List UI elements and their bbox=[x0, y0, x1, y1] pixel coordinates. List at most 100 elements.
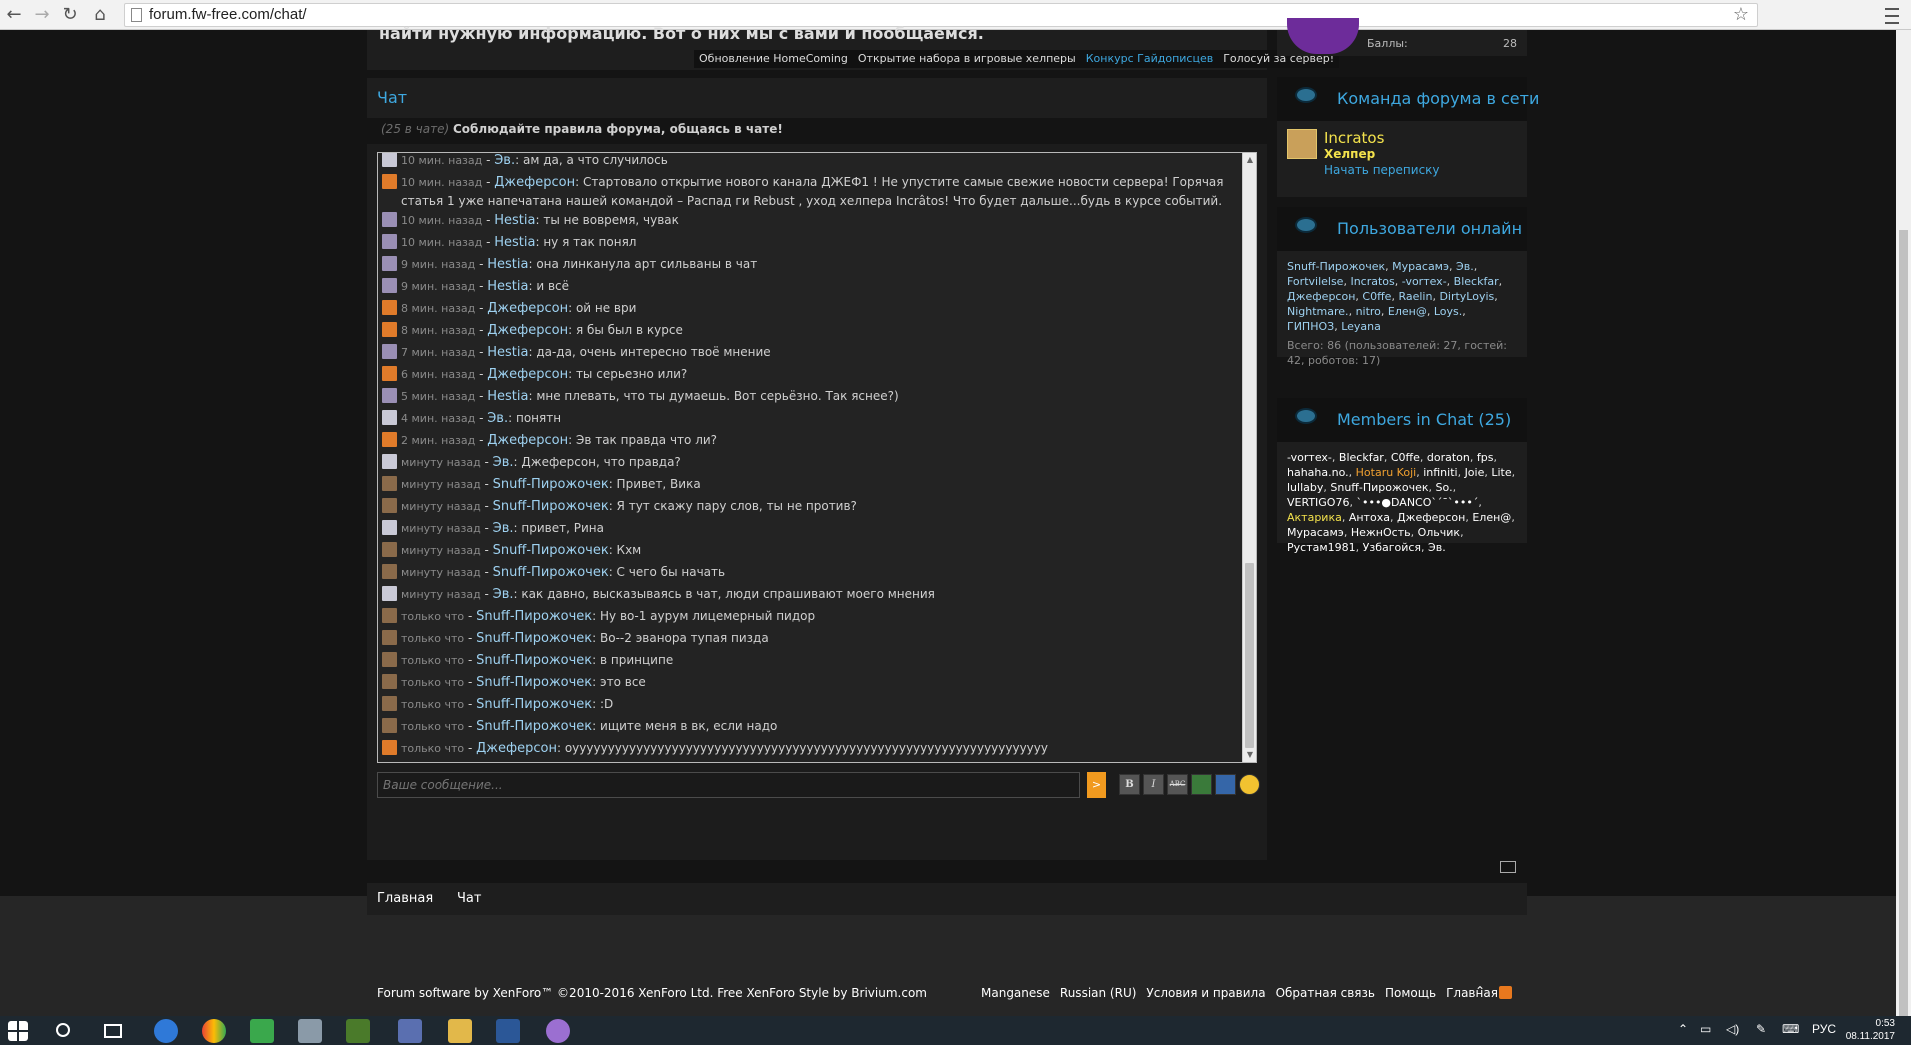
chat-avatar[interactable] bbox=[382, 153, 397, 167]
chat-username[interactable]: Hestia bbox=[487, 279, 528, 294]
chat-avatar[interactable] bbox=[382, 366, 397, 381]
footer-chat-link[interactable]: Чат bbox=[457, 891, 481, 906]
online-user-link[interactable]: C0ffe bbox=[1362, 290, 1391, 303]
word-icon[interactable] bbox=[496, 1019, 520, 1043]
chat-member-link[interactable]: Рустам1981 bbox=[1287, 541, 1356, 554]
online-user-link[interactable]: Raelin bbox=[1398, 290, 1432, 303]
chat-member-link[interactable]: doraton bbox=[1427, 451, 1470, 464]
chat-username[interactable]: Джеферсон bbox=[487, 367, 568, 382]
chat-avatar[interactable] bbox=[382, 652, 397, 667]
chat-scrollbar[interactable]: ▲ ▼ bbox=[1242, 153, 1256, 762]
forward-icon[interactable]: → bbox=[30, 3, 54, 27]
chat-avatar[interactable] bbox=[382, 212, 397, 227]
chat-member-link[interactable]: НежнОсть bbox=[1351, 526, 1411, 539]
app-icon-avatar[interactable] bbox=[398, 1019, 422, 1043]
app-icon-purple[interactable] bbox=[546, 1019, 570, 1043]
bottom-link[interactable]: Manganese bbox=[981, 986, 1050, 1000]
online-user-link[interactable]: DirtyLoyis bbox=[1439, 290, 1494, 303]
chat-username[interactable]: Snuff-Пирожочек bbox=[476, 697, 592, 712]
pen-icon[interactable]: ✎ bbox=[1756, 1022, 1766, 1036]
chat-member-link[interactable]: Snuff-Пирожочек bbox=[1330, 481, 1428, 494]
online-user-link[interactable]: ГИПНОЗ bbox=[1287, 320, 1334, 333]
chat-username[interactable]: Snuff-Пирожочек bbox=[476, 675, 592, 690]
chat-username[interactable]: Эв. bbox=[494, 153, 515, 168]
tray-chevron-icon[interactable]: ⌃ bbox=[1678, 1022, 1688, 1036]
online-user-link[interactable]: Leyana bbox=[1341, 320, 1381, 333]
chat-username[interactable]: Джеферсон bbox=[476, 741, 557, 756]
chat-avatar[interactable] bbox=[382, 542, 397, 557]
chat-avatar[interactable] bbox=[382, 586, 397, 601]
chat-avatar[interactable] bbox=[382, 410, 397, 425]
reload-icon[interactable]: ↻ bbox=[58, 3, 82, 27]
smiley-icon[interactable] bbox=[1239, 774, 1260, 795]
chat-username[interactable]: Эв. bbox=[493, 521, 514, 536]
chat-username[interactable]: Джеферсон bbox=[487, 323, 568, 338]
online-user-link[interactable]: Bleckfar bbox=[1454, 275, 1499, 288]
chat-avatar[interactable] bbox=[382, 564, 397, 579]
chat-member-link[interactable]: So. bbox=[1436, 481, 1453, 494]
bottom-link[interactable]: Обратная связь bbox=[1276, 986, 1375, 1000]
chat-avatar[interactable] bbox=[382, 278, 397, 293]
chat-member-link[interactable]: -vorтex- bbox=[1287, 451, 1332, 464]
notice-link-update[interactable]: Обновление HomeComing bbox=[694, 50, 853, 68]
page-scrollbar[interactable] bbox=[1896, 30, 1911, 1020]
bottom-link[interactable]: Помощь bbox=[1385, 986, 1436, 1000]
chat-avatar[interactable] bbox=[382, 498, 397, 513]
chat-avatar[interactable] bbox=[382, 300, 397, 315]
online-user-link[interactable]: Эв. bbox=[1456, 260, 1474, 273]
online-user-link[interactable]: nitro bbox=[1356, 305, 1381, 318]
chat-member-link[interactable]: C0ffe bbox=[1391, 451, 1420, 464]
search-icon[interactable] bbox=[56, 1023, 70, 1037]
bottom-link[interactable]: Главная bbox=[1446, 986, 1498, 1000]
chat-member-link[interactable]: Мурасамэ bbox=[1287, 526, 1344, 539]
notice-link-helpers[interactable]: Открытие набора в игровые хелперы bbox=[853, 50, 1081, 68]
chat-avatar[interactable] bbox=[382, 674, 397, 689]
chat-member-link[interactable]: Joie bbox=[1465, 466, 1485, 479]
start-conversation-link[interactable]: Начать переписку bbox=[1324, 163, 1440, 177]
chat-username[interactable]: Джеферсон bbox=[487, 301, 568, 316]
keyboard-icon[interactable]: ⌨ bbox=[1782, 1022, 1799, 1036]
chat-username[interactable]: Snuff-Пирожочек bbox=[476, 653, 592, 668]
online-user-link[interactable]: Джеферсон bbox=[1287, 290, 1355, 303]
chat-avatar[interactable] bbox=[382, 174, 397, 189]
clock[interactable]: 0:53 08.11.2017 bbox=[1846, 1017, 1895, 1043]
chat-member-link[interactable]: Антоха bbox=[1349, 511, 1390, 524]
chat-username[interactable]: Snuff-Пирожочек bbox=[493, 499, 609, 514]
browser-menu-icon[interactable] bbox=[1880, 3, 1904, 27]
chat-avatar[interactable] bbox=[382, 344, 397, 359]
chat-member-link[interactable]: Джеферсон bbox=[1397, 511, 1465, 524]
chat-avatar[interactable] bbox=[382, 454, 397, 469]
scroll-down-icon[interactable]: ▼ bbox=[1243, 748, 1256, 762]
chrome-icon[interactable] bbox=[154, 1019, 178, 1043]
chat-username[interactable]: Snuff-Пирожочек bbox=[493, 565, 609, 580]
chat-member-link[interactable]: Елен@ bbox=[1472, 511, 1511, 524]
bottom-link[interactable]: Russian (RU) bbox=[1060, 986, 1137, 1000]
chat-avatar[interactable] bbox=[382, 234, 397, 249]
chat-member-link[interactable]: hahaha.no. bbox=[1287, 466, 1349, 479]
chat-username[interactable]: Эв. bbox=[493, 587, 514, 602]
folder-icon[interactable] bbox=[448, 1019, 472, 1043]
chat-avatar[interactable] bbox=[382, 322, 397, 337]
online-user-link[interactable]: Мурасамэ bbox=[1392, 260, 1449, 273]
team-member-name[interactable]: Incratos bbox=[1324, 129, 1384, 147]
task-view-icon[interactable] bbox=[104, 1024, 122, 1038]
chat-username[interactable]: Эв. bbox=[487, 411, 508, 426]
cube-icon[interactable] bbox=[250, 1019, 274, 1043]
restore-window-icon[interactable] bbox=[1500, 861, 1516, 873]
chat-avatar[interactable] bbox=[382, 432, 397, 447]
chat-avatar[interactable] bbox=[382, 630, 397, 645]
italic-icon[interactable]: I bbox=[1143, 774, 1164, 795]
online-user-link[interactable]: Loys. bbox=[1434, 305, 1462, 318]
chat-avatar[interactable] bbox=[382, 476, 397, 491]
team-member-avatar[interactable] bbox=[1287, 129, 1317, 159]
image-icon[interactable] bbox=[1191, 774, 1212, 795]
online-user-link[interactable]: -vorтex- bbox=[1402, 275, 1447, 288]
chat-member-link[interactable]: VERTIGO76 bbox=[1287, 496, 1349, 509]
scroll-thumb[interactable] bbox=[1245, 563, 1254, 748]
chat-avatar[interactable] bbox=[382, 718, 397, 733]
chat-member-link[interactable]: `•••●DANCO`´¯`•••´ bbox=[1356, 496, 1478, 509]
volume-icon[interactable]: ◁) bbox=[1726, 1022, 1739, 1036]
chat-member-link[interactable]: Ольчик bbox=[1418, 526, 1460, 539]
online-user-link[interactable]: Fortvilelse bbox=[1287, 275, 1343, 288]
footer-home-link[interactable]: Главная bbox=[377, 891, 433, 906]
